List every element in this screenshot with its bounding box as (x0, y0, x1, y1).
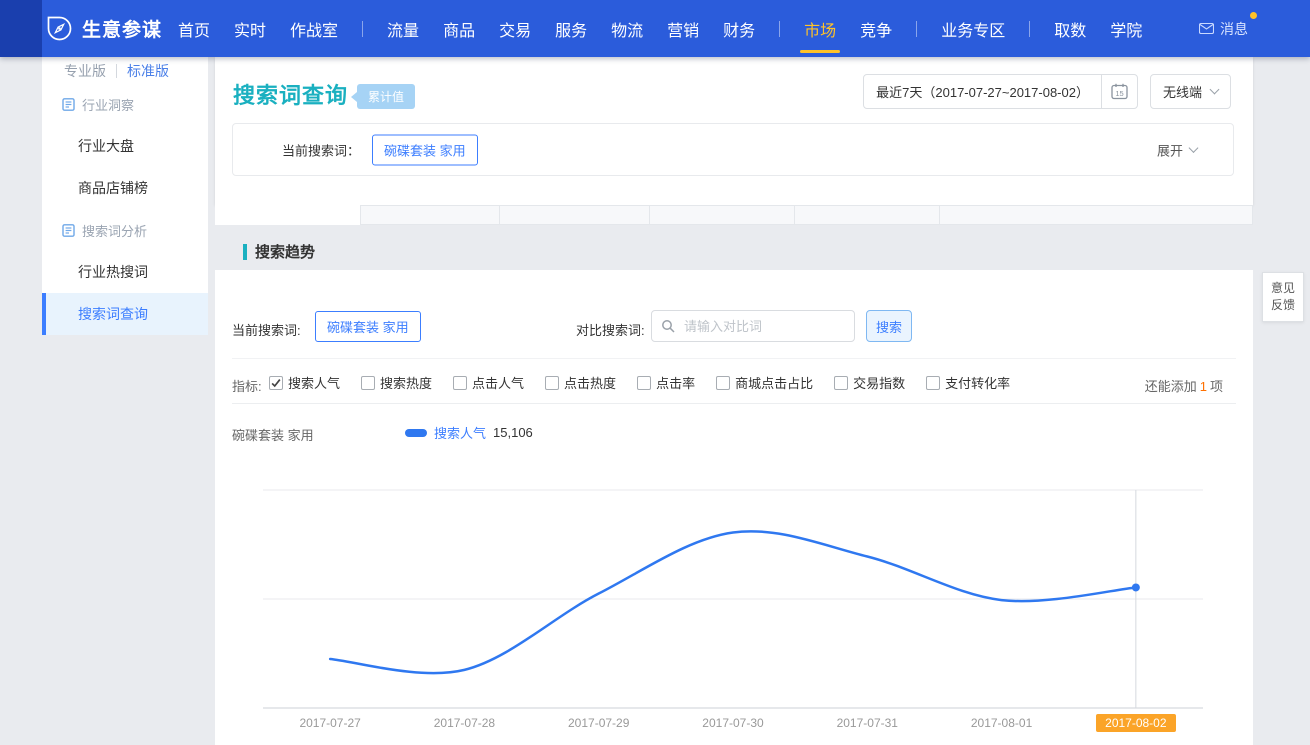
trend-endpoint-dot (1132, 583, 1140, 591)
nav-divider (1029, 21, 1030, 37)
x-tick: 2017-07-30 (693, 714, 773, 732)
nav-item-traffic[interactable]: 流量 (387, 17, 419, 41)
message-label: 消息 (1220, 19, 1248, 39)
brand[interactable]: 生意参谋 (46, 0, 162, 57)
nav-divider (779, 21, 780, 37)
current-search-word-box: 当前搜索词： 碗碟套装 家用 展开 (232, 123, 1234, 176)
x-tick: 2017-07-29 (559, 714, 639, 732)
date-range-text: 最近7天（2017-07-27~2017-08-02） (864, 82, 1101, 101)
nav-item-compete[interactable]: 竞争 (860, 17, 892, 41)
nav-item-service[interactable]: 服务 (555, 17, 587, 41)
sidebar-group-label: 搜索词分析 (82, 221, 147, 240)
content-tab-active[interactable] (215, 205, 360, 225)
feedback-button[interactable]: 意见 反馈 (1262, 272, 1304, 322)
sidebar-item-industry-overview[interactable]: 行业大盘 (42, 125, 208, 167)
x-tick: 2017-08-01 (962, 714, 1042, 732)
sidebar-item-search-word-query-selected[interactable]: 搜索词查询 (42, 293, 208, 335)
content-tab-strip (215, 205, 1253, 225)
nav-item-academy[interactable]: 学院 (1110, 17, 1142, 41)
section-header: 搜索趋势 (243, 241, 315, 262)
sycm-logo-icon (46, 15, 73, 42)
cumulative-value-badge: 累计值 (357, 84, 415, 109)
nav-item-realtime[interactable]: 实时 (234, 17, 266, 41)
sidebar-item-label: 行业大盘 (78, 136, 134, 156)
message-label-wrap: 消息 (1220, 19, 1248, 39)
trend-line-series (330, 531, 1136, 673)
calendar-icon: 15 (1111, 83, 1128, 100)
sidebar-group-search-word-analysis[interactable]: 搜索词分析 (42, 209, 208, 251)
sidebar-tab-standard-version[interactable]: 标准版 (127, 61, 169, 81)
sidebar-item-product-shop-rank[interactable]: 商品店铺榜 (42, 167, 208, 209)
nav-item-business-zone[interactable]: 业务专区 (941, 17, 1005, 41)
nav-divider (916, 21, 917, 37)
current-word-tag[interactable]: 碗碟套装 家用 (372, 134, 478, 165)
nav-message[interactable]: 消息 (1199, 0, 1248, 57)
chevron-down-icon (1189, 143, 1199, 153)
x-tick: 2017-07-28 (424, 714, 504, 732)
x-axis-labels: 2017-07-27 2017-07-28 2017-07-29 2017-07-30… (215, 714, 1253, 736)
nav-item-logistics[interactable]: 物流 (611, 17, 643, 41)
content-tab[interactable] (360, 205, 500, 225)
nav-item-goods[interactable]: 商品 (443, 17, 475, 41)
nav-left-dark-strip (0, 0, 42, 57)
date-range-picker[interactable]: 最近7天（2017-07-27~2017-08-02） 15 (863, 74, 1138, 109)
nav-item-market-active[interactable]: 市场 (804, 17, 836, 41)
header-controls: 最近7天（2017-07-27~2017-08-02） 15 无线端 (863, 74, 1231, 109)
sidebar-item-industry-hot-words[interactable]: 行业热搜词 (42, 251, 208, 293)
section-title: 搜索趋势 (255, 241, 315, 262)
nav-item-trade[interactable]: 交易 (499, 17, 531, 41)
version-tab-divider (116, 64, 117, 78)
sidebar-item-label: 行业热搜词 (78, 262, 148, 282)
x-tick: 2017-07-31 (827, 714, 907, 732)
nav-item-war-room[interactable]: 作战室 (290, 17, 338, 41)
sidebar-item-label: 商品店铺榜 (78, 178, 148, 198)
feedback-label-line2: 反馈 (1271, 297, 1295, 314)
calendar-button[interactable]: 15 (1101, 75, 1137, 108)
nav-divider (362, 21, 363, 37)
content-tab[interactable] (500, 205, 650, 225)
page-title: 搜索词查询 (233, 78, 348, 110)
mail-icon (1199, 23, 1214, 34)
nav-item-finance[interactable]: 财务 (723, 17, 755, 41)
nav-item-home[interactable]: 首页 (178, 17, 210, 41)
terminal-selector-value: 无线端 (1163, 82, 1202, 101)
current-word-label: 当前搜索词： (282, 140, 360, 159)
version-tabs: 专业版 标准版 (42, 59, 208, 83)
trend-chart-svg[interactable] (215, 270, 1253, 745)
report-doc-icon (62, 98, 75, 111)
terminal-selector-dropdown[interactable]: 无线端 (1150, 74, 1231, 109)
content-tab[interactable] (940, 205, 1253, 225)
search-trend-card: 当前搜索词: 碗碟套装 家用 对比搜索词: 搜索 指标: 搜索人气搜索热度点击人… (215, 270, 1253, 745)
x-tick: 2017-07-27 (290, 714, 370, 732)
nav-item-marketing[interactable]: 营销 (667, 17, 699, 41)
expand-toggle[interactable]: 展开 (1157, 140, 1197, 159)
section-accent-bar (243, 244, 247, 260)
page-header-card: 搜索词查询 累计值 最近7天（2017-07-27~2017-08-02） 15… (215, 57, 1253, 205)
chevron-down-icon (1210, 85, 1220, 95)
report-doc-icon (62, 224, 75, 237)
expand-label: 展开 (1157, 140, 1183, 159)
content-tab[interactable] (795, 205, 940, 225)
notification-dot (1250, 12, 1257, 19)
sidebar: 专业版 标准版 行业洞察 行业大盘 商品店铺榜 搜索词分析 行业热搜词 搜索词查… (42, 57, 208, 335)
sidebar-item-label: 搜索词查询 (78, 304, 148, 324)
feedback-label-line1: 意见 (1271, 280, 1295, 297)
svg-text:15: 15 (1115, 89, 1123, 98)
top-nav: 生意参谋 首页 实时 作战室 流量 商品 交易 服务 物流 营销 财务 市场 竞… (0, 0, 1310, 57)
content-tab[interactable] (650, 205, 795, 225)
sidebar-tab-pro-version[interactable]: 专业版 (64, 61, 106, 81)
nav-item-data-fetch[interactable]: 取数 (1054, 17, 1086, 41)
x-tick-highlighted: 2017-08-02 (1096, 714, 1176, 732)
nav-menu: 首页 实时 作战室 流量 商品 交易 服务 物流 营销 财务 市场 竞争 业务专… (178, 0, 1166, 57)
brand-name: 生意参谋 (82, 15, 162, 42)
sidebar-group-industry-insight[interactable]: 行业洞察 (42, 83, 208, 125)
sidebar-group-label: 行业洞察 (82, 95, 134, 114)
